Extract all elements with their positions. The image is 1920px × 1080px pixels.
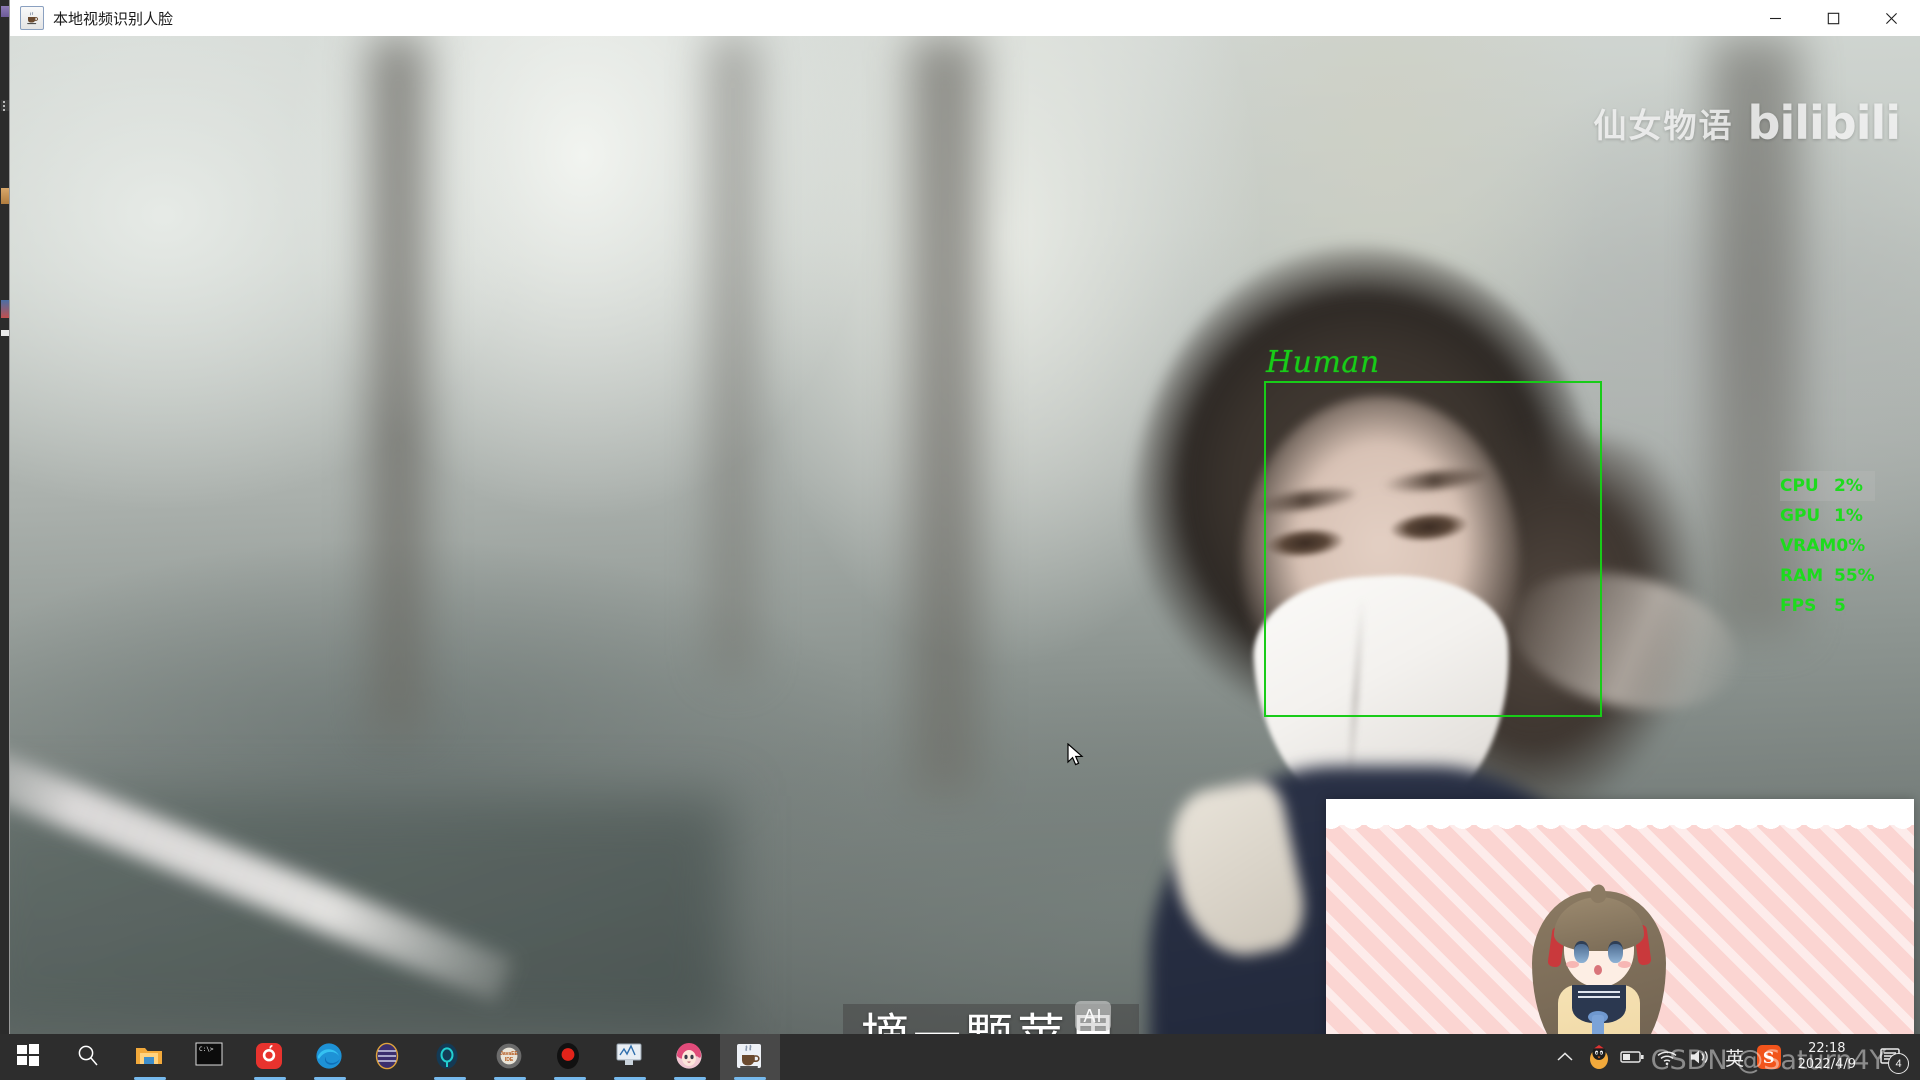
stat-row-cpu: CPU 2% (1780, 471, 1875, 501)
netease-music-button[interactable] (240, 1034, 300, 1080)
stat-row-ram: RAM 55% (1780, 561, 1875, 591)
battery-icon (1619, 1051, 1644, 1063)
background-blur-shape (370, 36, 426, 736)
performance-stats-overlay: CPU 2% GPU 1% VRAM 0% RAM 55% FPS 5 (1780, 471, 1875, 621)
system-tray: 英 S 22:18 2022/4/9 4 (1548, 1034, 1920, 1080)
close-button[interactable] (1862, 0, 1920, 36)
ime-icon: 英 (1725, 1047, 1745, 1070)
stat-row-gpu: GPU 1% (1780, 501, 1875, 531)
java-coffee-cup-icon (20, 6, 44, 30)
stat-value: 1% (1834, 506, 1863, 526)
svg-text:IDE: IDE (505, 1057, 514, 1063)
java-app-button[interactable] (720, 1034, 780, 1080)
stat-row-vram: VRAM 0% (1780, 531, 1875, 561)
notifications-button[interactable]: 4 (1868, 1034, 1912, 1080)
qq-penguin-icon (1589, 1045, 1608, 1069)
stat-value: 2% (1834, 476, 1863, 496)
anime-overlay-panel (1326, 799, 1914, 1034)
app-window: 本地视频识别人脸 仙女物语 bilibili Human CPU 2% GPU … (10, 0, 1920, 1034)
clock-date: 2022/4/9 (1797, 1057, 1856, 1072)
folder-icon (135, 1042, 165, 1072)
javaee-ide-icon: JavaEE IDE (495, 1042, 525, 1072)
ime-indicator-button[interactable]: 英 (1718, 1034, 1752, 1080)
task-manager-button[interactable] (600, 1034, 660, 1080)
oval-purple-icon (375, 1042, 405, 1072)
detection-label: Human (1266, 345, 1380, 380)
datagrip-button[interactable] (360, 1034, 420, 1080)
terminal-button[interactable]: C:\> (180, 1034, 240, 1080)
wifi-icon (1657, 1051, 1677, 1066)
video-preview-canvas[interactable]: 仙女物语 bilibili Human CPU 2% GPU 1% VRAM 0… (10, 36, 1920, 1034)
sogou-input-button[interactable]: S (1752, 1034, 1786, 1080)
file-explorer-button[interactable] (120, 1034, 180, 1080)
stat-row-fps: FPS 5 (1780, 591, 1875, 621)
windows-logo-icon (15, 1042, 45, 1072)
stat-value: 5 (1834, 596, 1846, 616)
network-tray-button[interactable] (1650, 1034, 1684, 1080)
anime-desktop-pet-button[interactable] (660, 1034, 720, 1080)
minimize-button[interactable] (1746, 0, 1804, 36)
edge-icon (315, 1042, 345, 1072)
eclipse-javaee-ide-button[interactable]: JavaEE IDE (480, 1034, 540, 1080)
background-blur-shape (910, 36, 980, 796)
anime-panel-top-band (1326, 799, 1914, 818)
search-icon (75, 1042, 105, 1072)
windows-taskbar[interactable]: C:\> JavaEE IDE 英 S 22:18 2022/4/9 4 CSD… (0, 1034, 1920, 1080)
navicat-button[interactable] (420, 1034, 480, 1080)
anime-panel-scallop-edge (1326, 817, 1914, 837)
mouse-cursor-icon (1067, 742, 1085, 769)
stat-key: GPU (1780, 506, 1821, 526)
ai-subtitle-badge: AI (1075, 1001, 1111, 1031)
show-hidden-icons-button[interactable] (1548, 1034, 1582, 1080)
netease-music-icon (255, 1042, 285, 1072)
battery-tray-button[interactable] (1616, 1034, 1650, 1080)
face-detection-box: Human (1264, 345, 1602, 717)
anime-avatar-icon (675, 1042, 705, 1072)
background-blur-shape (710, 36, 756, 676)
title-bar[interactable]: 本地视频识别人脸 (10, 0, 1920, 37)
anime-character-icon (1524, 882, 1674, 1034)
volume-tray-button[interactable] (1684, 1034, 1718, 1080)
record-icon (555, 1042, 585, 1072)
monitor-chart-icon (615, 1042, 645, 1072)
stat-value: 55% (1834, 566, 1875, 586)
notification-count-badge: 4 (1888, 1053, 1909, 1074)
chevron-up-icon (1557, 1052, 1573, 1061)
search-button[interactable] (60, 1034, 120, 1080)
qq-tray-button[interactable] (1582, 1034, 1616, 1080)
microsoft-edge-button[interactable] (300, 1034, 360, 1080)
stat-value: 0% (1836, 536, 1866, 556)
stat-key: FPS (1780, 596, 1817, 616)
maximize-button[interactable] (1804, 0, 1862, 36)
taskbar-clock[interactable]: 22:18 2022/4/9 (1786, 1034, 1868, 1080)
stat-key: RAM (1780, 566, 1824, 586)
sogou-icon: S (1756, 1045, 1781, 1069)
window-controls (1746, 0, 1920, 36)
speaker-icon (1690, 1050, 1708, 1064)
screen-recorder-button[interactable] (540, 1034, 600, 1080)
start-button[interactable] (0, 1034, 60, 1080)
window-title: 本地视频识别人脸 (53, 9, 174, 28)
oval-teal-icon (435, 1042, 465, 1072)
java-coffee-cup-icon (735, 1042, 765, 1072)
terminal-icon: C:\> (195, 1042, 225, 1072)
clock-time: 22:18 (1808, 1041, 1846, 1056)
svg-text:C:\>: C:\> (199, 1046, 214, 1053)
stat-key: CPU (1780, 476, 1819, 496)
stat-key: VRAM (1780, 536, 1837, 556)
